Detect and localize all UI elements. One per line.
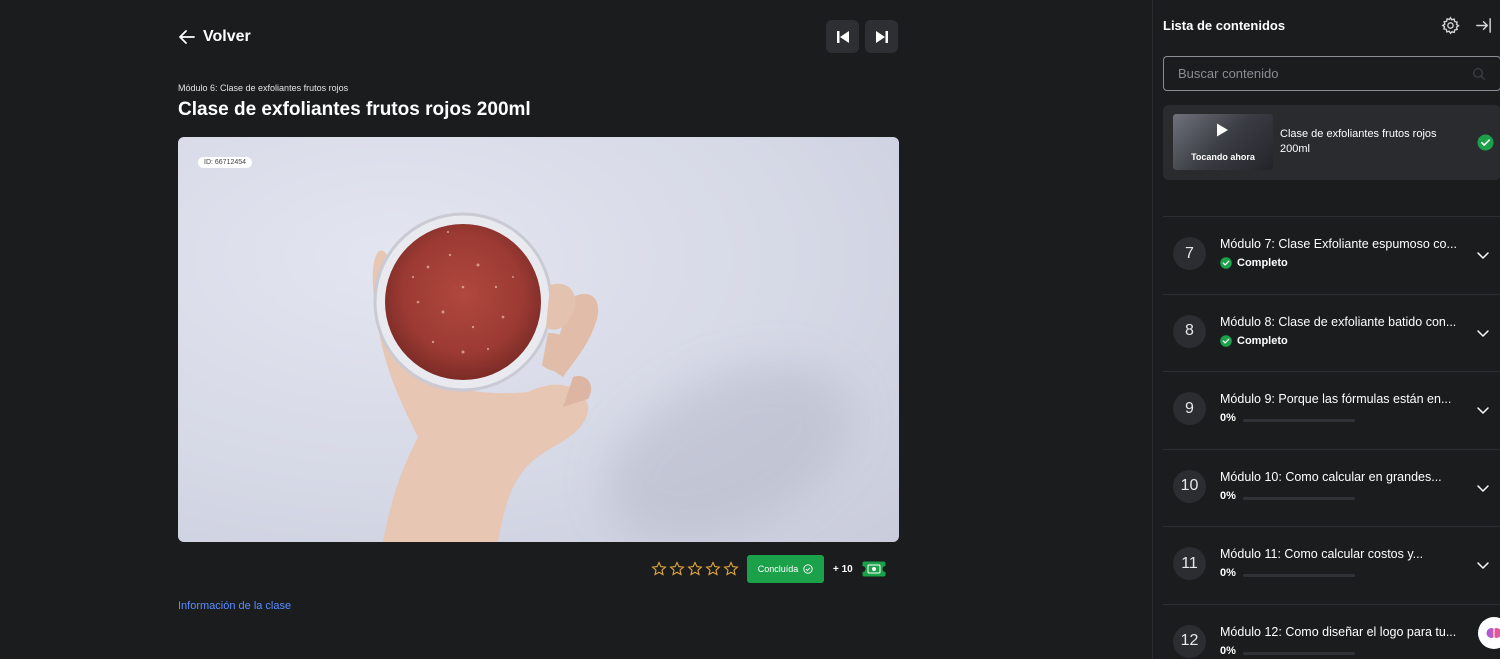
- star-icon[interactable]: [687, 561, 703, 577]
- star-icon[interactable]: [705, 561, 721, 577]
- module-item[interactable]: 10 Módulo 10: Como calcular en grandes..…: [1163, 448, 1500, 527]
- skip-next-icon: [875, 30, 888, 43]
- current-lesson-card[interactable]: Tocando ahora Clase de exfoliantes fruto…: [1163, 105, 1500, 180]
- module-title: Módulo 9: Porque las fórmulas están en..…: [1220, 392, 1452, 406]
- module-status: Completo: [1220, 257, 1288, 269]
- lesson-info-link[interactable]: Información de la clase: [178, 600, 291, 612]
- video-player[interactable]: ID: 66712454: [178, 137, 899, 542]
- page-title: Clase de exfoliantes frutos rojos 200ml: [178, 99, 531, 120]
- lesson-actions: Concluída + 10: [651, 555, 886, 583]
- next-lesson-button[interactable]: [865, 20, 898, 53]
- module-progress-label: 0%: [1220, 489, 1236, 502]
- module-title: Módulo 7: Clase Exfoliante espumoso co..…: [1220, 237, 1457, 251]
- check-circle-icon: [1477, 134, 1494, 151]
- previous-lesson-button[interactable]: [826, 20, 859, 53]
- content-sidebar: Lista de contenidos Tocando ahora Clase …: [1152, 0, 1500, 659]
- chevron-down-icon[interactable]: [1475, 402, 1491, 418]
- back-button[interactable]: Volver: [177, 27, 251, 47]
- module-progress-label: 0%: [1220, 567, 1236, 579]
- star-icon[interactable]: [669, 561, 685, 577]
- module-number: 12: [1173, 624, 1206, 658]
- module-status: 0%: [1220, 490, 1236, 502]
- module-item[interactable]: 7 Módulo 7: Clase Exfoliante espumoso co…: [1163, 216, 1500, 294]
- brain-icon: [1486, 628, 1500, 638]
- search-icon: [1472, 67, 1486, 80]
- star-rating[interactable]: [651, 561, 739, 577]
- module-status: 0%: [1220, 567, 1236, 579]
- main-content: Volver Módulo 6: Clase de exfoliantes fr…: [0, 0, 1152, 659]
- module-status: Completo: [1220, 335, 1288, 347]
- module-subtitle: Módulo 6: Clase de exfoliantes frutos ro…: [178, 83, 349, 93]
- chevron-down-icon[interactable]: [1475, 557, 1491, 573]
- module-list: 7 Módulo 7: Clase Exfoliante espumoso co…: [1163, 216, 1500, 659]
- module-progress-label: 0%: [1220, 412, 1236, 424]
- module-progress-bar: [1243, 419, 1355, 422]
- module-number: 7: [1173, 237, 1206, 270]
- module-number: 11: [1173, 547, 1206, 580]
- module-title: Módulo 8: Clase de exfoliante batido con…: [1220, 314, 1457, 329]
- current-lesson-title: Clase de exfoliantes frutos rojos 200ml: [1280, 128, 1437, 155]
- video-frame-illustration: [372, 212, 599, 542]
- module-item[interactable]: 11 Módulo 11: Como calcular costos y... …: [1163, 526, 1500, 604]
- module-number: 10: [1173, 469, 1206, 503]
- arrow-left-icon: [179, 30, 195, 44]
- chevron-down-icon[interactable]: [1475, 247, 1491, 263]
- skip-previous-icon: [836, 30, 849, 43]
- sidebar-title: Lista de contenidos: [1163, 18, 1286, 33]
- module-status-label: Completo: [1237, 257, 1288, 269]
- module-progress-bar: [1243, 651, 1355, 655]
- module-number: 8: [1173, 314, 1206, 348]
- module-status-label: Completo: [1237, 334, 1288, 347]
- search-field[interactable]: [1163, 56, 1500, 91]
- play-icon: [1217, 123, 1228, 137]
- chevron-down-icon[interactable]: [1475, 480, 1491, 496]
- module-item[interactable]: 12 Módulo 12: Como diseñar el logo para …: [1163, 603, 1500, 659]
- collapse-sidebar-icon[interactable]: [1474, 16, 1493, 35]
- module-progress-label: 0%: [1220, 644, 1236, 657]
- back-label: Volver: [203, 28, 251, 45]
- module-status: 0%: [1220, 412, 1236, 424]
- current-lesson-thumbnail: Tocando ahora: [1173, 114, 1273, 170]
- module-number: 9: [1173, 392, 1206, 425]
- search-input[interactable]: [1178, 66, 1472, 81]
- module-title: Módulo 10: Como calcular en grandes...: [1220, 469, 1442, 484]
- module-item[interactable]: 8 Módulo 8: Clase de exfoliante batido c…: [1163, 293, 1500, 372]
- module-progress-bar: [1243, 574, 1355, 577]
- star-icon[interactable]: [723, 561, 739, 577]
- module-item[interactable]: 9 Módulo 9: Porque las fórmulas están en…: [1163, 371, 1500, 449]
- check-circle-icon: [1220, 334, 1232, 347]
- check-circle-icon: [1220, 257, 1232, 269]
- ticket-icon: [861, 561, 886, 577]
- now-playing-label: Tocando ahora: [1191, 152, 1255, 162]
- module-status: 0%: [1220, 645, 1236, 657]
- lesson-navigation: [826, 20, 898, 53]
- module-title: Módulo 11: Como calcular costos y...: [1220, 547, 1424, 561]
- check-circle-icon: [803, 564, 813, 574]
- completed-button[interactable]: Concluída: [747, 555, 824, 583]
- points-label: + 10: [833, 563, 853, 575]
- module-progress-bar: [1243, 496, 1355, 500]
- chevron-down-icon[interactable]: [1475, 325, 1491, 341]
- gear-icon[interactable]: [1441, 16, 1460, 35]
- module-title: Módulo 12: Como diseñar el logo para tu.…: [1220, 624, 1457, 639]
- completed-label: Concluída: [757, 564, 799, 574]
- star-icon[interactable]: [651, 561, 667, 577]
